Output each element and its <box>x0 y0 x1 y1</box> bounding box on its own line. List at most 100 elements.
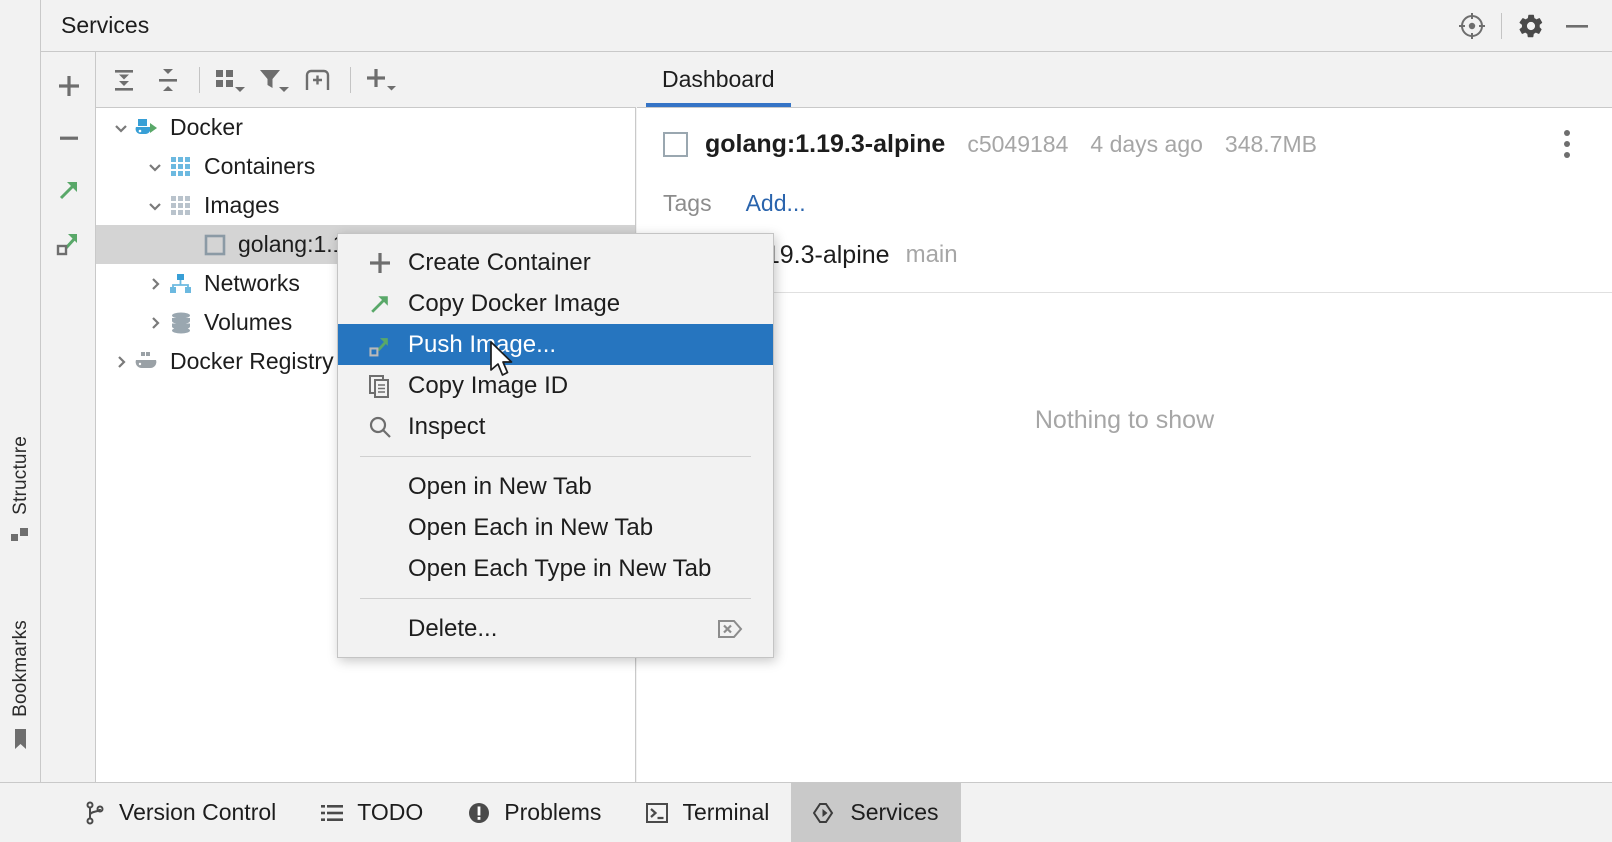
docker-running-icon <box>132 115 162 141</box>
chevron-right-icon[interactable] <box>110 352 132 372</box>
menu-separator <box>360 456 751 457</box>
locate-icon[interactable] <box>1449 3 1495 49</box>
filter-button[interactable] <box>253 56 297 104</box>
tool-window-header: Services <box>41 0 1612 52</box>
group-by-button[interactable] <box>209 56 253 104</box>
warning-icon <box>467 801 491 825</box>
image-name: golang:1.19.3-alpine <box>705 130 945 159</box>
networks-icon <box>166 272 196 296</box>
menu-item-create-container[interactable]: Create Container <box>338 242 773 283</box>
bottom-tab-label: Services <box>850 799 938 826</box>
stripe-label-structure: Structure <box>10 436 32 515</box>
menu-item-label: Open in New Tab <box>408 473 592 501</box>
tree-label: Containers <box>204 153 315 180</box>
push-arrow-icon <box>360 330 400 360</box>
menu-item-open-each-in-new-tab[interactable]: Open Each in New Tab <box>338 507 773 548</box>
remove-service-button[interactable] <box>41 112 96 164</box>
menu-item-delete[interactable]: Delete... <box>338 608 773 649</box>
chevron-down-icon[interactable] <box>144 157 166 177</box>
bottom-tab-problems[interactable]: Problems <box>445 783 623 842</box>
tab-label: Dashboard <box>662 66 775 93</box>
menu-icon-placeholder <box>360 554 400 584</box>
menu-item-open-in-new-tab[interactable]: Open in New Tab <box>338 466 773 507</box>
pull-image-button[interactable] <box>41 164 96 216</box>
tags-row: Tags Add... <box>637 180 1612 226</box>
expand-all-button[interactable] <box>102 56 146 104</box>
push-image-button[interactable] <box>41 216 96 268</box>
list-icon <box>320 802 344 824</box>
mouse-cursor <box>489 341 515 384</box>
menu-item-label: Push Image... <box>408 331 556 359</box>
chevron-down-icon[interactable] <box>110 118 132 138</box>
terminal-icon <box>645 801 669 825</box>
add-tag-link[interactable]: Add... <box>746 190 806 217</box>
chevron-down-icon[interactable] <box>144 196 166 216</box>
menu-item-label: Inspect <box>408 413 485 441</box>
tags-label: Tags <box>663 190 712 217</box>
tree-label: Docker <box>170 114 243 141</box>
add-tab-button[interactable] <box>297 56 341 104</box>
pull-arrow-icon <box>360 289 400 319</box>
tree-label: Volumes <box>204 309 292 336</box>
dashboard-tabs: Dashboard <box>637 52 1612 108</box>
branch-icon <box>84 801 106 825</box>
image-id: c5049184 <box>967 131 1068 158</box>
menu-icon-placeholder <box>360 614 400 644</box>
menu-item-copy-docker-image[interactable]: Copy Docker Image <box>338 283 773 324</box>
menu-item-open-each-type-in-new-tab[interactable]: Open Each Type in New Tab <box>338 548 773 589</box>
tag-entry: golang:1.19.3-alpine main <box>637 226 1612 284</box>
bookmark-icon <box>12 728 29 756</box>
chevron-right-icon[interactable] <box>144 313 166 333</box>
bottom-tab-version-control[interactable]: Version Control <box>62 783 298 842</box>
tab-dashboard[interactable]: Dashboard <box>637 51 800 107</box>
menu-separator <box>360 598 751 599</box>
services-icon <box>813 801 837 825</box>
services-actions-toolbar <box>41 52 96 782</box>
image-square-icon <box>200 233 230 257</box>
menu-item-push-image[interactable]: Push Image... <box>338 324 773 365</box>
stripe-button-structure[interactable]: Structure <box>0 436 41 551</box>
gear-icon[interactable] <box>1508 3 1554 49</box>
menu-item-label: Open Each in New Tab <box>408 514 653 542</box>
chevron-right-icon[interactable] <box>144 274 166 294</box>
menu-icon-placeholder <box>360 472 400 502</box>
bottom-tab-label: Terminal <box>682 799 769 826</box>
menu-item-inspect[interactable]: Inspect <box>338 406 773 447</box>
bottom-tab-terminal[interactable]: Terminal <box>623 783 791 842</box>
structure-icon <box>11 526 30 551</box>
image-square-icon <box>663 132 688 157</box>
tree-row[interactable]: Containers <box>96 147 635 186</box>
add-button[interactable] <box>360 56 404 104</box>
containers-section-title: Containers <box>637 293 1612 345</box>
image-size: 348.7MB <box>1225 131 1317 158</box>
bottom-tab-todo[interactable]: TODO <box>298 783 445 842</box>
services-tool-window: Structure Bookmarks Services <box>0 0 1612 842</box>
docker-gray-icon <box>132 349 162 375</box>
minimize-icon[interactable] <box>1554 3 1600 49</box>
bottom-tab-services[interactable]: Services <box>791 783 960 842</box>
image-header-row: golang:1.19.3-alpine c5049184 4 days ago… <box>637 108 1612 180</box>
menu-item-copy-image-id[interactable]: Copy Image ID <box>338 365 773 406</box>
bottom-tab-label: TODO <box>357 799 423 826</box>
tag-branch: main <box>906 241 958 269</box>
collapse-all-button[interactable] <box>146 56 190 104</box>
toolbar-separator-1 <box>199 67 200 93</box>
copy-icon <box>360 371 400 401</box>
tree-row[interactable]: Docker <box>96 108 635 147</box>
more-options-icon[interactable] <box>1552 127 1582 161</box>
menu-item-label: Delete... <box>408 615 497 643</box>
stripe-label-bookmarks: Bookmarks <box>10 620 32 717</box>
menu-icon-placeholder <box>360 513 400 543</box>
plus-icon <box>360 248 400 278</box>
left-tool-stripe: Structure Bookmarks <box>0 0 41 782</box>
image-context-menu: Create Container Copy Docker Image Push … <box>337 233 774 658</box>
search-icon <box>360 412 400 442</box>
stripe-button-bookmarks[interactable]: Bookmarks <box>0 620 41 756</box>
containers-icon <box>166 155 196 179</box>
tree-row[interactable]: Images <box>96 186 635 225</box>
menu-item-label: Copy Docker Image <box>408 290 620 318</box>
add-service-button[interactable] <box>41 60 96 112</box>
tree-label: Docker Registry <box>170 348 334 375</box>
images-icon <box>166 194 196 218</box>
menu-item-label: Create Container <box>408 249 591 277</box>
